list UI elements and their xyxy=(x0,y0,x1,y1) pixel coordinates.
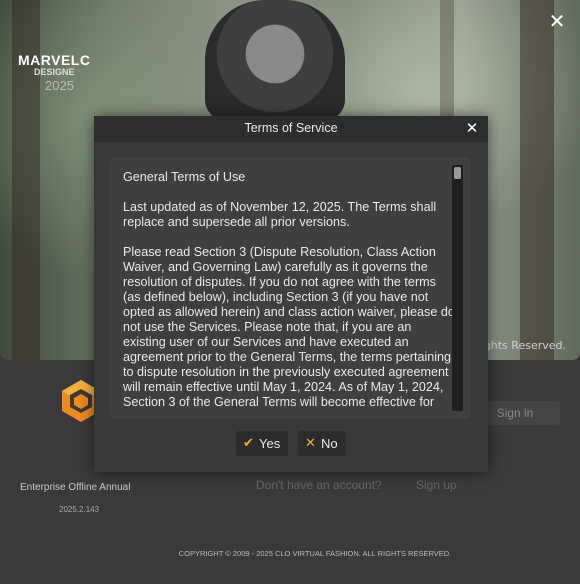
x-icon: ✕ xyxy=(305,435,316,450)
yes-button[interactable]: ✔ Yes xyxy=(236,431,288,456)
yes-label: Yes xyxy=(259,436,281,451)
tree-trunk xyxy=(520,0,554,360)
edition-label: Enterprise Offline Annual xyxy=(20,482,131,493)
no-button[interactable]: ✕ No xyxy=(298,431,346,456)
terms-heading: General Terms of Use xyxy=(123,170,246,184)
terms-content: General Terms of Use Last updated as of … xyxy=(123,170,455,419)
terms-dialog: Terms of Service ✕ General Terms of Use … xyxy=(94,116,488,472)
terms-text-area[interactable]: General Terms of Use Last updated as of … xyxy=(110,157,471,419)
brand-subtitle: DESIGNE xyxy=(34,67,75,77)
copyright-text: COPYRIGHT © 2009 - 2025 CLO VIRTUAL FASH… xyxy=(178,549,452,558)
check-icon: ✔ xyxy=(243,435,254,450)
no-label: No xyxy=(321,436,338,451)
scrollbar-thumb[interactable] xyxy=(454,167,461,179)
terms-paragraph: Last updated as of November 12, 2025. Th… xyxy=(123,200,437,229)
terms-paragraph: Please read Section 3 (Dispute Resolutio… xyxy=(123,245,455,409)
close-icon[interactable]: ✕ xyxy=(546,10,568,32)
version-label: 2025.2.143 xyxy=(59,505,100,514)
close-icon[interactable]: ✕ xyxy=(462,118,482,138)
gas-mask-figure xyxy=(205,0,345,120)
dialog-title: Terms of Service xyxy=(244,121,338,135)
scrollbar[interactable] xyxy=(452,165,463,411)
brand-name: MARVELC xyxy=(18,52,91,68)
dialog-titlebar: Terms of Service ✕ xyxy=(94,116,488,142)
no-account-text: Don't have an account? xyxy=(256,478,382,492)
sign-up-link[interactable]: Sign up xyxy=(416,478,457,492)
brand-year: 2025 xyxy=(45,78,74,93)
